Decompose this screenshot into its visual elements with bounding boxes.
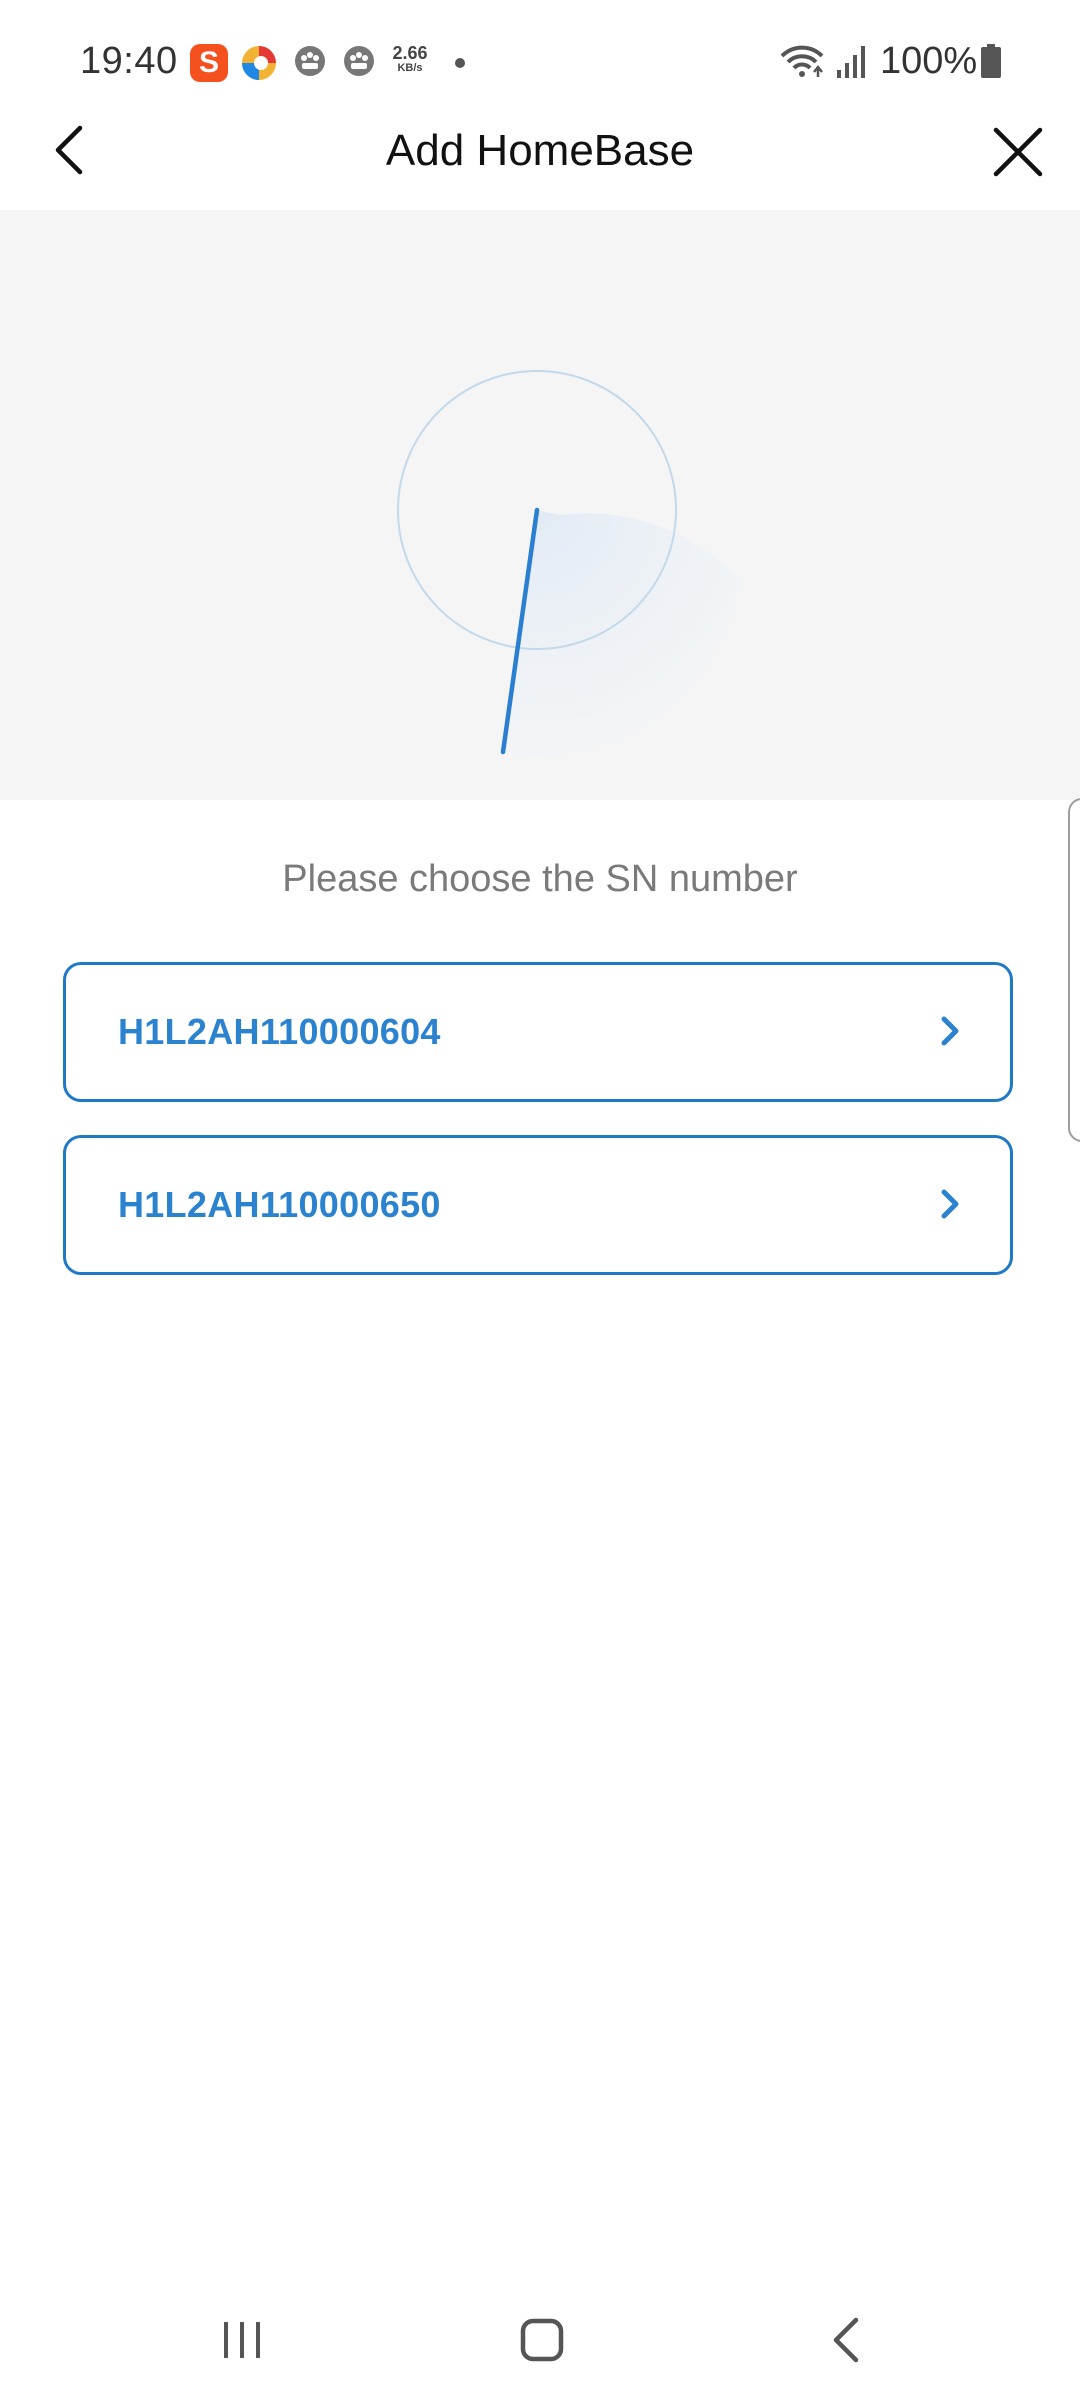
instruction-text: Please choose the SN number xyxy=(282,858,798,900)
chevron-right-icon xyxy=(941,1016,959,1046)
scanning-illustration xyxy=(0,210,1080,800)
color-app-icon xyxy=(240,44,278,82)
close-button[interactable] xyxy=(988,122,1048,182)
gallery-icon xyxy=(293,44,331,82)
recents-button[interactable] xyxy=(220,2318,264,2362)
wifi-icon xyxy=(780,42,824,87)
battery-icon xyxy=(981,44,1001,78)
status-time: 19:40 xyxy=(80,40,178,82)
gallery-icon xyxy=(342,44,380,82)
back-icon xyxy=(833,2317,859,2363)
sn-list-item[interactable]: H1L2AH110000604 xyxy=(63,962,1013,1102)
sn-list-item[interactable]: H1L2AH110000650 xyxy=(63,1135,1013,1275)
radar-icon xyxy=(230,260,840,770)
sn-number: H1L2AH110000604 xyxy=(118,1011,441,1052)
notification-dot-icon xyxy=(455,58,465,68)
sn-number: H1L2AH110000650 xyxy=(118,1184,441,1225)
back-nav-button[interactable] xyxy=(826,2316,866,2364)
network-speed-value: 2.66 xyxy=(392,43,428,63)
close-icon xyxy=(993,127,1043,177)
signal-icon xyxy=(836,44,868,85)
recents-icon xyxy=(224,2322,260,2358)
home-button[interactable] xyxy=(518,2316,566,2364)
network-speed: 2.66 KB/s xyxy=(390,44,430,74)
home-icon xyxy=(520,2318,564,2362)
chevron-right-icon xyxy=(941,1189,959,1219)
s-app-icon: S xyxy=(190,44,228,82)
page-title: Add HomeBase xyxy=(385,126,695,175)
network-speed-unit: KB/s xyxy=(397,62,423,74)
scroll-handle[interactable] xyxy=(1068,798,1080,1142)
battery-percentage: 100% xyxy=(880,40,978,82)
